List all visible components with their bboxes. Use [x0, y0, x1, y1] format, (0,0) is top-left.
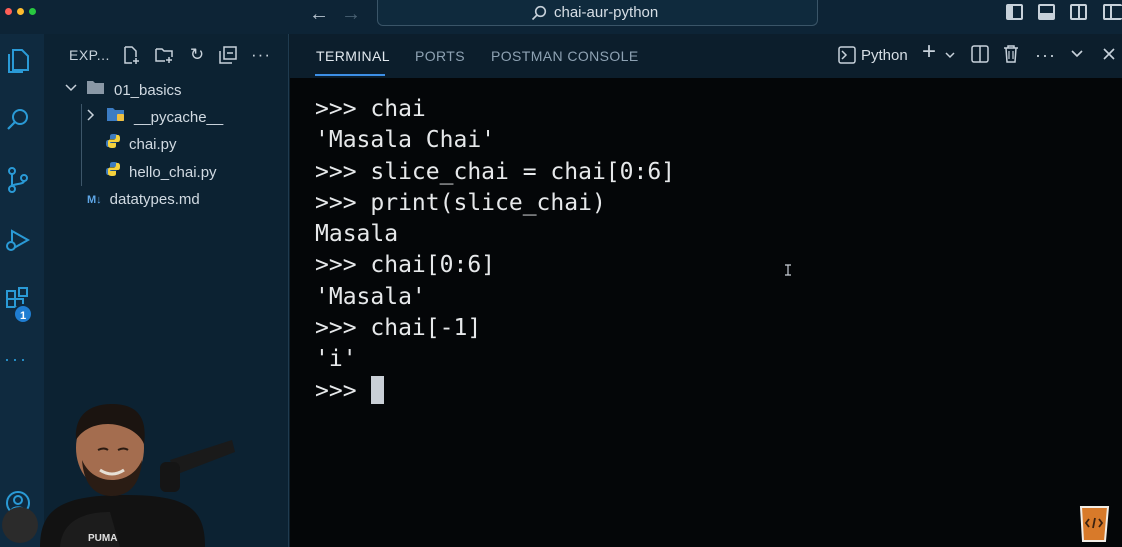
new-terminal-icon[interactable]: + [922, 40, 936, 64]
terminal-prompt-line[interactable]: >>> [315, 375, 675, 407]
new-file-icon[interactable] [122, 46, 140, 64]
terminal-line: >>> chai[-1] [315, 315, 482, 342]
terminal-output[interactable]: >>> chai 'Masala Chai' >>> slice_chai = … [315, 94, 675, 407]
new-folder-icon[interactable] [155, 46, 173, 64]
run-debug-icon[interactable] [4, 226, 32, 254]
terminal-name[interactable]: Python [861, 47, 908, 64]
trash-icon[interactable] [1003, 45, 1019, 67]
webcam-overlay: PUMA [2, 404, 235, 547]
search-icon[interactable] [4, 106, 32, 134]
tree-item-label: hello_chai.py [129, 164, 217, 181]
toggle-secondary-sidebar-icon[interactable] [1070, 4, 1087, 20]
terminal-panel: TERMINAL PORTS POSTMAN CONSOLE Python + … [290, 34, 1122, 547]
terminal-line: 'i' [315, 346, 357, 373]
terminal-line: 'Masala' [315, 283, 426, 310]
brand-logo: PUMA [88, 533, 117, 544]
chevron-right-icon [84, 105, 98, 131]
explorer-icon[interactable] [4, 46, 32, 74]
window-title: chai-aur-python [554, 4, 659, 21]
tree-file-datatypes-md[interactable]: M↓ datatypes.md [87, 187, 200, 213]
terminal-line: >>> print(slice_chai) [315, 189, 606, 216]
arrow-right-icon[interactable]: → [341, 3, 361, 26]
terminal-line: Masala [315, 221, 399, 248]
panel-header: TERMINAL PORTS POSTMAN CONSOLE Python + … [290, 34, 1122, 78]
terminal-line: >>> slice_chai = chai[0:6] [315, 158, 676, 185]
collapse-icon[interactable] [219, 46, 237, 64]
chai-cup-logo [1079, 506, 1110, 542]
explorer-title: EXP... [69, 47, 110, 63]
close-window-button[interactable] [5, 8, 12, 15]
more-icon[interactable]: ··· [1035, 45, 1056, 65]
markdown-file-icon: M↓ [87, 194, 102, 207]
chevron-down-icon[interactable] [1070, 45, 1084, 65]
tree-item-label: chai.py [129, 136, 177, 153]
more-icon[interactable]: ··· [4, 349, 32, 377]
title-bar: ← → chai-aur-python [0, 0, 1122, 34]
terminal-line: >>> chai [315, 96, 426, 122]
tab-postman-console[interactable]: POSTMAN CONSOLE [491, 48, 639, 64]
tree-folder-01-basics[interactable]: 01_basics [64, 78, 182, 104]
tab-ports[interactable]: PORTS [415, 48, 465, 64]
folder-open-icon [86, 78, 106, 104]
search-icon [531, 5, 547, 21]
command-center[interactable]: chai-aur-python [377, 0, 818, 26]
terminal-line: 'Masala Chai' [315, 127, 496, 154]
terminal-line: >>> chai[0:6] [315, 252, 496, 279]
python-file-icon [105, 160, 121, 186]
toggle-sidebar-icon[interactable] [1006, 4, 1023, 20]
minimize-window-button[interactable] [17, 8, 24, 15]
tree-folder-pycache[interactable]: __pycache__ [84, 105, 223, 131]
customize-layout-icon[interactable] [1103, 4, 1122, 20]
split-terminal-icon[interactable] [971, 45, 989, 67]
arrow-left-icon[interactable]: ← [309, 3, 329, 26]
tree-item-label: 01_basics [114, 82, 182, 99]
close-icon[interactable] [1102, 45, 1116, 65]
python-file-icon [105, 132, 121, 158]
active-tab-indicator [315, 74, 385, 76]
refresh-icon[interactable]: ↻ [188, 46, 206, 64]
folder-icon [106, 105, 126, 131]
tree-indent-guide [81, 104, 82, 186]
terminal-cursor [371, 375, 385, 404]
toggle-panel-icon[interactable] [1038, 4, 1055, 20]
tree-item-label: __pycache__ [134, 109, 224, 126]
more-icon[interactable]: ··· [251, 46, 270, 64]
tree-file-hello-chai-py[interactable]: hello_chai.py [105, 160, 217, 186]
extensions-badge: 1 [13, 304, 33, 324]
terminal-prompt: >>> [315, 377, 357, 404]
chevron-down-icon [64, 78, 78, 104]
terminal-icon [838, 46, 856, 68]
dropdown-icon[interactable] [944, 45, 956, 65]
tab-terminal[interactable]: TERMINAL [316, 48, 390, 64]
source-control-icon[interactable] [4, 166, 32, 194]
tree-file-chai-py[interactable]: chai.py [105, 132, 177, 158]
tree-item-label: datatypes.md [109, 191, 200, 208]
text-cursor-icon [785, 264, 791, 276]
maximize-window-button[interactable] [29, 8, 36, 15]
